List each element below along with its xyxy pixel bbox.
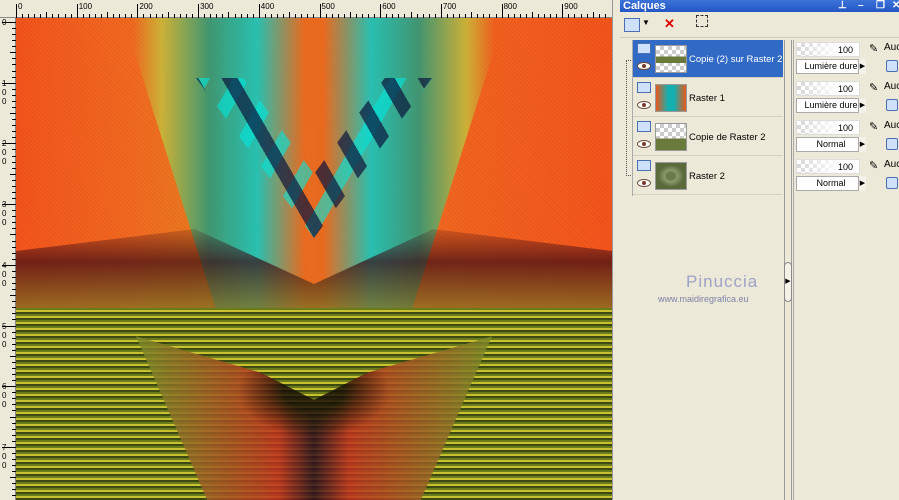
blend-mode-select[interactable]: Lumière dure xyxy=(796,59,866,74)
layer-props-row: 100 Normal ▶ ✎ Auc xyxy=(796,157,899,195)
ruler-tick xyxy=(198,4,200,18)
layer-properties: 100 Lumière dure ▶ ✎ Auc 100 Lumière dure ▶… xyxy=(793,40,899,500)
link-label: Auc xyxy=(884,81,899,92)
layer-icon xyxy=(637,43,651,54)
ruler-label: 500 xyxy=(321,2,335,11)
layer-icon xyxy=(637,160,651,171)
layer-icon xyxy=(637,82,651,93)
opacity-slider[interactable]: 100 xyxy=(796,42,860,57)
brush-icon[interactable]: ✎ xyxy=(869,81,878,94)
link-label: Auc xyxy=(884,159,899,170)
ruler-tick xyxy=(380,4,382,18)
vertical-ruler: 0 100 200 300 400 500 600 700 xyxy=(0,18,16,500)
edit-selection-icon[interactable] xyxy=(696,15,708,27)
blend-mode-select[interactable]: Lumière dure xyxy=(796,98,866,113)
ruler-tick xyxy=(76,4,78,18)
layer-name: Raster 2 xyxy=(689,171,725,182)
ruler-tick xyxy=(137,4,139,18)
opacity-slider[interactable]: 100 xyxy=(796,120,860,135)
palette-toolbar: ▼ ✕ xyxy=(620,12,899,38)
ruler-label: 400 xyxy=(2,260,7,288)
ruler-label: 600 xyxy=(2,382,7,410)
layer-row[interactable]: Copie (2) sur Raster 2 xyxy=(633,40,783,78)
ruler-label: 900 xyxy=(564,2,578,11)
ruler-tick xyxy=(562,4,564,18)
lock-icon[interactable] xyxy=(886,99,898,111)
layer-row[interactable]: Raster 2 xyxy=(633,157,783,195)
layer-name: Copie (2) sur Raster 2 xyxy=(689,54,783,65)
layer-icon xyxy=(637,121,651,132)
layer-thumbnail xyxy=(655,162,687,190)
ruler-tick xyxy=(258,4,260,18)
minimize-icon[interactable]: – xyxy=(858,0,864,12)
ruler-label: 100 xyxy=(2,78,7,106)
ruler-label: 500 xyxy=(2,321,7,349)
eye-icon[interactable] xyxy=(637,179,651,187)
layer-thumbnail xyxy=(655,84,687,112)
ruler-label: 0 xyxy=(18,2,23,11)
layer-props-row: 100 Lumière dure ▶ ✎ Auc xyxy=(796,40,899,78)
eye-icon[interactable] xyxy=(637,140,651,148)
group-connector xyxy=(626,60,631,176)
ruler-label: 0 xyxy=(2,18,7,27)
palette-title: Calques xyxy=(623,0,666,12)
delete-layer-icon[interactable]: ✕ xyxy=(664,16,682,34)
restore-icon[interactable]: ❐ xyxy=(876,0,885,12)
blend-arrow-icon[interactable]: ▶ xyxy=(858,176,866,191)
layer-thumbnail xyxy=(655,123,687,151)
layer-list: Copie (2) sur Raster 2 Raster 1 Copie de… xyxy=(632,40,783,196)
eye-icon[interactable] xyxy=(637,101,651,109)
ruler-tick xyxy=(440,4,442,18)
dropdown-arrow-icon[interactable]: ▼ xyxy=(642,18,660,36)
blend-arrow-icon[interactable]: ▶ xyxy=(858,98,866,113)
brush-icon[interactable]: ✎ xyxy=(869,120,878,133)
ruler-label: 300 xyxy=(2,200,7,228)
opacity-slider[interactable]: 100 xyxy=(796,159,860,174)
lock-icon[interactable] xyxy=(886,177,898,189)
blend-arrow-icon[interactable]: ▶ xyxy=(858,59,866,74)
link-label: Auc xyxy=(884,42,899,53)
image-canvas[interactable] xyxy=(16,18,612,500)
horizontal-ruler: 0 100 200 300 400 500 600 700 800 900 xyxy=(0,0,612,18)
expand-arrow-icon[interactable]: ▶ xyxy=(784,262,792,302)
layer-thumbnail xyxy=(655,45,687,73)
ruler-tick xyxy=(501,4,503,18)
watermark-name: Pinuccia xyxy=(686,272,759,291)
watermark-url: www.maidiregrafica.eu xyxy=(658,294,749,304)
close-icon[interactable]: ✕ xyxy=(892,0,899,12)
ruler-label: 700 xyxy=(442,2,457,11)
lock-icon[interactable] xyxy=(886,138,898,150)
layers-palette: Calques ⊥ – ❐ ✕ ▼ ✕ Copie (2) sur Raster… xyxy=(620,0,899,500)
panel-separator[interactable] xyxy=(612,0,620,500)
ruler-label: 600 xyxy=(382,2,396,11)
layer-props-row: 100 Lumière dure ▶ ✎ Auc xyxy=(796,79,899,117)
link-label: Auc xyxy=(884,120,899,131)
eye-icon[interactable] xyxy=(637,62,651,70)
blend-arrow-icon[interactable]: ▶ xyxy=(858,137,866,152)
ruler-label: 200 xyxy=(139,2,153,11)
lock-icon[interactable] xyxy=(886,60,898,72)
ruler-label: 800 xyxy=(503,2,517,11)
ruler-label: 200 xyxy=(2,139,7,167)
ruler-tick xyxy=(319,4,321,18)
layer-props-row: 100 Normal ▶ ✎ Auc xyxy=(796,118,899,156)
ruler-label: 100 xyxy=(78,2,93,11)
blend-mode-select[interactable]: Normal xyxy=(796,137,866,152)
ruler-tick xyxy=(16,4,17,18)
palette-title-bar: Calques ⊥ – ❐ ✕ xyxy=(620,0,899,12)
brush-icon[interactable]: ✎ xyxy=(869,42,878,55)
ruler-label: 300 xyxy=(200,2,214,11)
layer-name: Raster 1 xyxy=(689,93,725,104)
opacity-slider[interactable]: 100 xyxy=(796,81,860,96)
new-layer-icon[interactable] xyxy=(624,18,640,32)
layer-name: Copie de Raster 2 xyxy=(689,132,766,143)
pin-icon[interactable]: ⊥ xyxy=(838,0,847,12)
brush-icon[interactable]: ✎ xyxy=(869,159,878,172)
ruler-label: 400 xyxy=(260,2,275,11)
ruler-label: 700 xyxy=(2,442,7,470)
blend-mode-select[interactable]: Normal xyxy=(796,176,866,191)
layer-row[interactable]: Raster 1 xyxy=(633,79,783,117)
layer-row[interactable]: Copie de Raster 2 xyxy=(633,118,783,156)
